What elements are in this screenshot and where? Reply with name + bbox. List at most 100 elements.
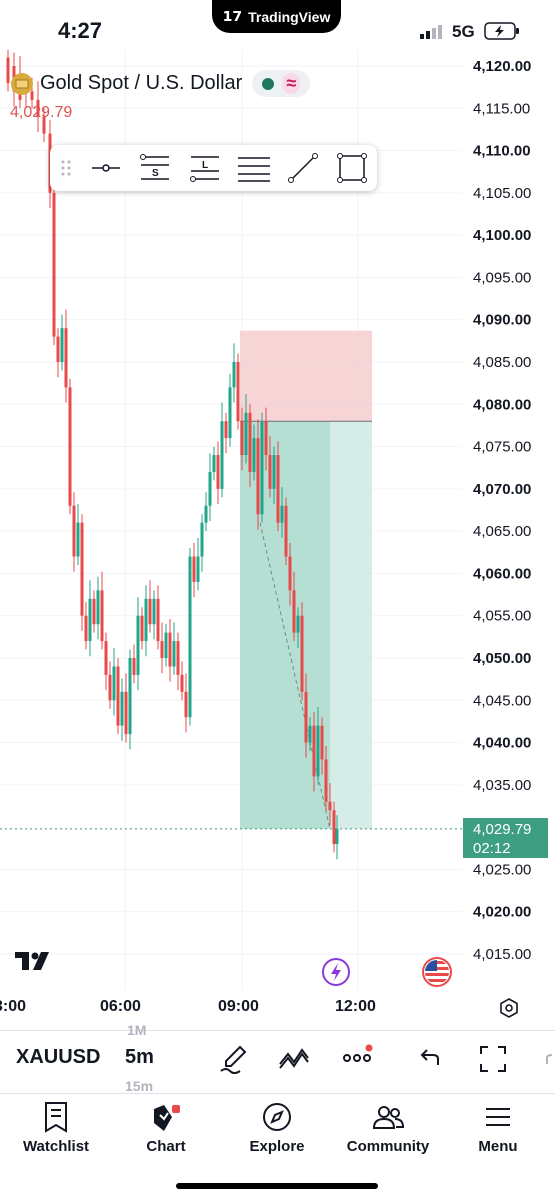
symbol-button[interactable]: XAUUSD xyxy=(16,1046,100,1069)
candle-body xyxy=(136,615,140,675)
price-axis-label: 4,100.00 xyxy=(473,227,531,244)
horizontal-lines-icon[interactable] xyxy=(238,157,270,182)
candle-body xyxy=(200,522,204,557)
price-axis-label: 4,075.00 xyxy=(473,439,531,456)
price-axis-label: 4,035.00 xyxy=(473,777,531,794)
price-axis-label: 4,070.00 xyxy=(473,481,531,498)
fullscreen-icon[interactable] xyxy=(478,1044,508,1074)
home-indicator xyxy=(176,1183,378,1189)
timeframe-next[interactable]: 15m xyxy=(125,1078,153,1094)
price-axis-label: 4,040.00 xyxy=(473,735,531,752)
time-label-12: 12:00 xyxy=(335,998,376,1015)
candle-body xyxy=(152,598,156,625)
nav-community[interactable]: Community xyxy=(338,1100,438,1155)
price-axis-label: 4,055.00 xyxy=(473,608,531,625)
price-axis-label: 4,085.00 xyxy=(473,354,531,371)
nav-watchlist-label: Watchlist xyxy=(22,1138,90,1155)
candle-body xyxy=(204,505,208,523)
market-open-dot-icon xyxy=(262,77,275,90)
price-axis-label: 4,020.00 xyxy=(473,904,531,921)
candle-body xyxy=(192,556,196,582)
symbol-title: Gold Spot / U.S. Dollar xyxy=(40,72,243,94)
us-flag-icon[interactable] xyxy=(422,957,452,987)
candle-body xyxy=(124,691,128,735)
price-axis-label: 4,065.00 xyxy=(473,523,531,540)
flash-icon[interactable] xyxy=(321,957,351,987)
current-price-tag: 4,029.79 02:12 xyxy=(463,818,548,858)
nav-explore[interactable]: Explore xyxy=(227,1100,327,1155)
timeframe-prev[interactable]: 1M xyxy=(127,1022,146,1038)
trend-line-icon[interactable] xyxy=(288,153,318,183)
undo-icon[interactable] xyxy=(418,1047,442,1069)
candle-body xyxy=(252,438,256,472)
candle-body xyxy=(64,328,68,388)
tradingview-logo-icon: 𝟭𝟳 xyxy=(222,8,243,24)
symbol-header[interactable]: Gold Spot / U.S. Dollar ≈ xyxy=(10,70,311,97)
wave-icon: ≈ xyxy=(282,73,301,94)
long-position-icon[interactable]: L xyxy=(190,156,220,182)
watchlist-icon xyxy=(45,1102,67,1133)
compass-icon xyxy=(263,1103,291,1131)
candle-body xyxy=(188,556,192,718)
candle-body xyxy=(248,412,252,472)
last-price: 4,029.79 xyxy=(10,104,73,121)
price-axis-label: 4,080.00 xyxy=(473,396,531,413)
redo-icon[interactable] xyxy=(545,1050,555,1070)
candle-body xyxy=(308,725,312,743)
candle-body xyxy=(316,725,320,777)
price-axis-label: 4,090.00 xyxy=(473,312,531,329)
svg-text:S: S xyxy=(152,168,159,179)
rectangle-icon[interactable] xyxy=(337,153,367,183)
draw-brush-icon[interactable] xyxy=(218,1044,248,1074)
candle-body xyxy=(304,691,308,743)
candle-body xyxy=(220,421,224,489)
candle-body xyxy=(92,598,96,625)
candle-body xyxy=(156,598,160,642)
candle-body xyxy=(260,421,264,515)
nav-community-label: Community xyxy=(346,1138,430,1155)
candle-body xyxy=(132,658,136,675)
indicators-icon[interactable] xyxy=(278,1046,310,1072)
candle-body xyxy=(216,455,220,489)
candle-body xyxy=(52,192,56,337)
short-position-icon[interactable]: S xyxy=(140,154,170,180)
candle-body xyxy=(224,421,228,439)
horizontal-ray-icon[interactable] xyxy=(92,164,120,172)
candle-body xyxy=(116,666,120,726)
candle-body xyxy=(280,505,284,523)
candle-body xyxy=(296,615,300,633)
chart-settings-icon[interactable] xyxy=(498,997,520,1019)
price-axis-label: 4,015.00 xyxy=(473,946,531,963)
candle-body xyxy=(335,828,339,845)
candle-body xyxy=(68,387,72,506)
candle-body xyxy=(244,412,248,456)
price-axis-label: 4,095.00 xyxy=(473,269,531,286)
candle-body xyxy=(176,641,180,675)
candle-body xyxy=(320,725,324,760)
network-label: 5G xyxy=(452,22,475,41)
price-axis-label: 4,060.00 xyxy=(473,565,531,582)
candle-body xyxy=(72,505,76,557)
time-label-6: 06:00 xyxy=(100,998,141,1015)
drawing-toolbar: S L xyxy=(50,145,377,191)
market-status-pill[interactable]: ≈ xyxy=(252,70,311,97)
candle-body xyxy=(100,590,104,642)
candle-body xyxy=(284,505,288,557)
candle-body xyxy=(88,598,92,642)
grip-handle-icon[interactable] xyxy=(61,160,71,176)
bar-countdown: 02:12 xyxy=(473,840,511,857)
community-icon xyxy=(372,1106,405,1129)
more-options-icon[interactable] xyxy=(342,1044,374,1070)
time-label-9: 09:00 xyxy=(218,998,259,1015)
gold-coin-icon xyxy=(11,72,33,95)
price-axis-label: 4,045.00 xyxy=(473,692,531,709)
price-axis-label: 4,120.00 xyxy=(473,58,531,75)
timeframe-button[interactable]: 5m xyxy=(125,1046,154,1069)
nav-menu[interactable]: Menu xyxy=(448,1100,548,1155)
candle-body xyxy=(104,641,108,675)
nav-watchlist[interactable]: Watchlist xyxy=(6,1100,106,1155)
nav-menu-label: Menu xyxy=(478,1138,518,1155)
candle-body xyxy=(184,691,188,718)
nav-chart[interactable]: Chart xyxy=(116,1100,216,1155)
candle-body xyxy=(324,759,328,802)
